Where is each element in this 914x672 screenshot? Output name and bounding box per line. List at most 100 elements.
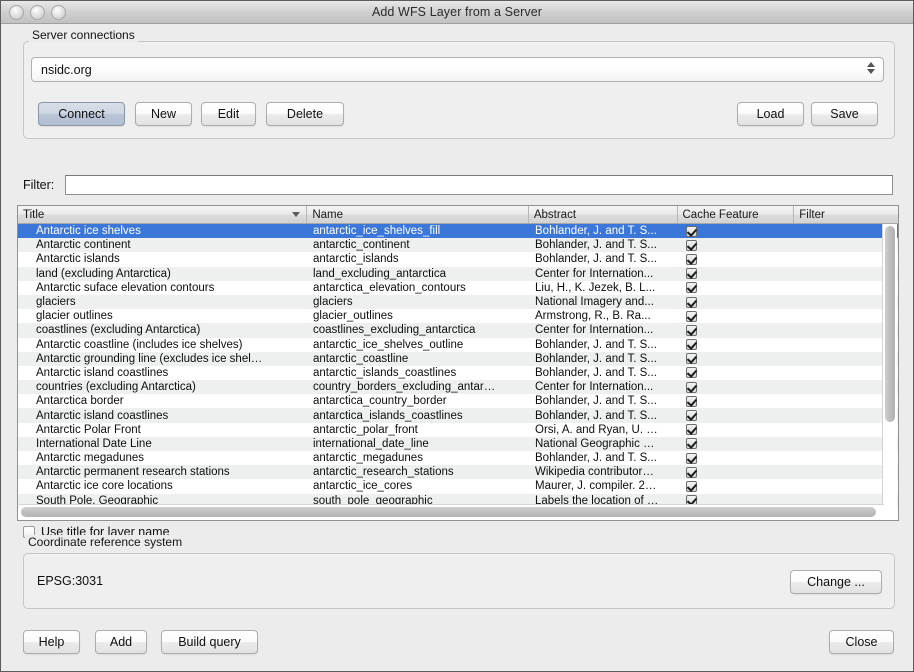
column-header-filter[interactable]: Filter — [794, 206, 898, 223]
cell-cache-feature[interactable] — [678, 424, 795, 435]
cache-feature-checkbox[interactable] — [686, 268, 697, 279]
table-row[interactable]: glacier outlinesglacier_outlinesArmstron… — [18, 309, 898, 323]
cell-cache-feature[interactable] — [678, 382, 795, 393]
delete-connection-button[interactable]: Delete — [266, 102, 344, 126]
add-button[interactable]: Add — [95, 630, 147, 654]
table-row[interactable]: Antarctic megadunesantarctic_megadunesBo… — [18, 451, 898, 465]
cell-cache-feature[interactable] — [678, 367, 795, 378]
cell-cache-feature[interactable] — [678, 254, 795, 265]
cell-title: coastlines (excluding Antarctica) — [18, 324, 307, 336]
cell-cache-feature[interactable] — [678, 438, 795, 449]
cell-name: land_excluding_antarctica — [307, 268, 529, 280]
table-row[interactable]: countries (excluding Antarctica)country_… — [18, 380, 898, 394]
cell-cache-feature[interactable] — [678, 311, 795, 322]
cell-title: Antarctic suface elevation contours — [18, 282, 307, 294]
cell-cache-feature[interactable] — [678, 353, 795, 364]
load-connections-button[interactable]: Load — [737, 102, 804, 126]
column-header-cache-feature[interactable]: Cache Feature — [678, 206, 795, 223]
table-row[interactable]: Antarctic ice shelvesantarctic_ice_shelv… — [18, 224, 898, 238]
vertical-scrollbar-thumb[interactable] — [885, 226, 895, 422]
cell-abstract: Orsi, A. and Ryan, U. … — [529, 424, 678, 436]
cache-feature-checkbox[interactable] — [686, 311, 697, 322]
cache-feature-checkbox[interactable] — [686, 424, 697, 435]
table-row[interactable]: International Date Lineinternational_dat… — [18, 437, 898, 451]
column-header-title[interactable]: Title — [18, 206, 307, 223]
cache-feature-checkbox[interactable] — [686, 467, 697, 478]
cell-cache-feature[interactable] — [678, 240, 795, 251]
zoom-button[interactable] — [51, 5, 66, 20]
connect-button[interactable]: Connect — [38, 102, 125, 126]
crs-group-label: Coordinate reference system — [25, 535, 185, 549]
table-row[interactable]: glaciersglaciersNational Imagery and... — [18, 295, 898, 309]
table-row[interactable]: Antarctic grounding line (excludes ice s… — [18, 352, 898, 366]
new-connection-button[interactable]: New — [135, 102, 192, 126]
cache-feature-checkbox[interactable] — [686, 297, 697, 308]
cell-name: antarctic_ice_shelves_outline — [307, 339, 529, 351]
cache-feature-checkbox[interactable] — [686, 325, 697, 336]
minimize-button[interactable] — [30, 5, 45, 20]
change-crs-button[interactable]: Change ... — [790, 570, 882, 594]
table-row[interactable]: coastlines (excluding Antarctica)coastli… — [18, 323, 898, 337]
cell-abstract: Bohlander, J. and T. S... — [529, 395, 678, 407]
wfs-layers-table[interactable]: Title Name Abstract Cache Feature Filter… — [17, 205, 899, 521]
cache-feature-checkbox[interactable] — [686, 240, 697, 251]
cache-feature-checkbox[interactable] — [686, 367, 697, 378]
cache-feature-checkbox[interactable] — [686, 353, 697, 364]
cell-cache-feature[interactable] — [678, 453, 795, 464]
table-row[interactable]: Antarctic continentantarctic_continentBo… — [18, 238, 898, 252]
cache-feature-checkbox[interactable] — [686, 481, 697, 492]
cell-cache-feature[interactable] — [678, 226, 795, 237]
server-connection-combo[interactable]: nsidc.org — [31, 57, 884, 82]
table-row[interactable]: Antarctic suface elevation contoursantar… — [18, 281, 898, 295]
close-button-footer[interactable]: Close — [829, 630, 894, 654]
cache-feature-checkbox[interactable] — [686, 410, 697, 421]
column-header-abstract[interactable]: Abstract — [529, 206, 678, 223]
table-header-row: Title Name Abstract Cache Feature Filter — [18, 206, 898, 224]
table-row[interactable]: Antarctica borderantarctica_country_bord… — [18, 394, 898, 408]
table-row[interactable]: Antarctic permanent research stationsant… — [18, 465, 898, 479]
table-horizontal-scrollbar[interactable] — [19, 504, 884, 519]
cache-feature-checkbox[interactable] — [686, 438, 697, 449]
horizontal-scrollbar-thumb[interactable] — [21, 507, 876, 517]
cell-cache-feature[interactable] — [678, 325, 795, 336]
cell-cache-feature[interactable] — [678, 410, 795, 421]
edit-connection-button[interactable]: Edit — [201, 102, 256, 126]
cache-feature-checkbox[interactable] — [686, 339, 697, 350]
table-row[interactable]: Antarctic coastline (includes ice shelve… — [18, 338, 898, 352]
filter-input[interactable] — [65, 175, 893, 195]
cell-cache-feature[interactable] — [678, 467, 795, 478]
table-row[interactable]: Antarctic ice core locationsantarctic_ic… — [18, 479, 898, 493]
cell-cache-feature[interactable] — [678, 268, 795, 279]
cell-cache-feature[interactable] — [678, 282, 795, 293]
column-header-name[interactable]: Name — [307, 206, 529, 223]
table-body[interactable]: Antarctic ice shelvesantarctic_ice_shelv… — [18, 224, 898, 507]
cell-abstract: Bohlander, J. and T. S... — [529, 410, 678, 422]
cache-feature-checkbox[interactable] — [686, 254, 697, 265]
crs-value: EPSG:3031 — [37, 574, 103, 588]
table-row[interactable]: Antarctic island coastlinesantarctica_is… — [18, 408, 898, 422]
filter-label: Filter: — [23, 178, 54, 192]
build-query-button[interactable]: Build query — [161, 630, 258, 654]
cache-feature-checkbox[interactable] — [686, 282, 697, 293]
table-row[interactable]: Antarctic islandsantarctic_islandsBohlan… — [18, 252, 898, 266]
table-row[interactable]: Antarctic island coastlinesantarctic_isl… — [18, 366, 898, 380]
cell-cache-feature[interactable] — [678, 396, 795, 407]
cell-name: antarctic_coastline — [307, 353, 529, 365]
help-button[interactable]: Help — [23, 630, 80, 654]
table-row[interactable]: Antarctic Polar Frontantarctic_polar_fro… — [18, 423, 898, 437]
cell-cache-feature[interactable] — [678, 339, 795, 350]
table-vertical-scrollbar[interactable] — [882, 224, 897, 508]
cell-title: Antarctic megadunes — [18, 452, 307, 464]
cache-feature-checkbox[interactable] — [686, 226, 697, 237]
save-connections-button[interactable]: Save — [811, 102, 878, 126]
cell-cache-feature[interactable] — [678, 481, 795, 492]
cell-name: glaciers — [307, 296, 529, 308]
cell-name: antarctic_ice_cores — [307, 480, 529, 492]
cell-cache-feature[interactable] — [678, 297, 795, 308]
cache-feature-checkbox[interactable] — [686, 396, 697, 407]
add-wfs-layer-dialog: Add WFS Layer from a Server Server conne… — [0, 0, 914, 672]
cache-feature-checkbox[interactable] — [686, 382, 697, 393]
cache-feature-checkbox[interactable] — [686, 453, 697, 464]
close-button[interactable] — [9, 5, 24, 20]
table-row[interactable]: land (excluding Antarctica)land_excludin… — [18, 267, 898, 281]
